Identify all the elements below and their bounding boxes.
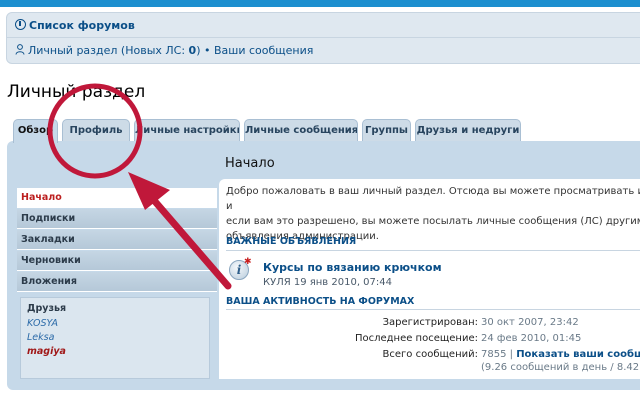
top-bar — [0, 0, 640, 7]
content-area: Добро пожаловать в ваш личный раздел. От… — [219, 179, 640, 379]
tab-friends-foes[interactable]: Друзья и недруги — [415, 119, 521, 141]
nav-separator: • — [204, 44, 211, 57]
activity-heading: ВАША АКТИВНОСТЬ НА ФОРУМАХ — [226, 296, 415, 307]
stat-label: Последнее посещение: — [354, 333, 478, 344]
content-title: Начало — [225, 156, 275, 171]
stat-registered: Зарегистрирован: 30 окт 2007, 23:42 — [219, 317, 640, 333]
sidebar-item-subscriptions[interactable]: Подписки — [17, 209, 217, 229]
show-posts-link[interactable]: Показать ваши сообщ — [516, 349, 640, 360]
home-icon — [15, 19, 26, 30]
page-title: Личный раздел — [7, 82, 146, 102]
stat-last-visit: Последнее посещение: 24 фев 2010, 01:45 — [219, 333, 640, 349]
section-divider — [226, 250, 640, 251]
forum-index-label: Список форумов — [29, 19, 135, 32]
star-icon: ✱ — [244, 257, 252, 267]
user-nav-row: Личный раздел (Новых ЛС: 0) • Ваши сообщ… — [15, 44, 313, 57]
tab-groups[interactable]: Группы — [362, 119, 411, 141]
welcome-text: Добро пожаловать в ваш личный раздел. От… — [226, 186, 640, 242]
tab-profile[interactable]: Профиль — [62, 119, 130, 141]
announcement-meta: КУЛЯ 19 янв 2010, 07:44 — [263, 277, 392, 288]
stat-separator: | — [506, 349, 517, 360]
sidebar-item-start[interactable]: Начало — [17, 188, 217, 208]
stat-value: 30 окт 2007, 23:42 — [481, 317, 579, 328]
tab-personal-settings[interactable]: Личные настройки — [134, 119, 240, 141]
stat-label: Всего сообщений: — [382, 349, 478, 360]
friends-title: Друзья — [27, 303, 67, 314]
forum-index-link[interactable]: Список форумов — [15, 19, 135, 32]
new-pm-close: ) — [196, 44, 201, 57]
tab-overview[interactable]: Обзор — [13, 119, 58, 143]
friends-box: Друзья KOSYA Leksa magiya — [20, 297, 210, 379]
sidebar-item-bookmarks[interactable]: Закладки — [17, 230, 217, 250]
stat-value: 7855 | Показать ваши сообщ — [481, 349, 640, 360]
announcements-heading: ВАЖНЫЕ ОБЪЯВЛЕНИЯ — [226, 236, 357, 247]
tab-private-messages[interactable]: Личные сообщения — [244, 119, 358, 141]
your-messages-link[interactable]: Ваши сообщения — [214, 44, 313, 57]
sidebar-menu: Начало Подписки Закладки Черновики Вложе… — [17, 188, 217, 293]
friend-link[interactable]: KOSYA — [27, 318, 203, 329]
new-pm-text[interactable]: (Новых ЛС: — [121, 44, 189, 57]
posts-per-day: (9.26 сообщений в день / 8.42 — [481, 362, 640, 373]
breadcrumb: Список форумов — [6, 12, 640, 38]
section-divider — [226, 309, 640, 310]
user-icon — [15, 44, 25, 55]
user-nav: Личный раздел (Новых ЛС: 0) • Ваши сообщ… — [6, 38, 640, 64]
stat-posts-per-day: (9.26 сообщений в день / 8.42 — [219, 362, 640, 378]
friend-link[interactable]: Leksa — [27, 332, 203, 343]
stat-label: Зарегистрирован: — [382, 317, 478, 328]
personal-section-link[interactable]: Личный раздел — [28, 44, 117, 57]
announcement-link[interactable]: Курсы по вязанию крючком — [263, 261, 442, 274]
post-count: 7855 — [481, 349, 507, 360]
sidebar-item-drafts[interactable]: Черновики — [17, 251, 217, 271]
sidebar-item-attachments[interactable]: Вложения — [17, 272, 217, 292]
friend-link[interactable]: magiya — [27, 346, 203, 357]
stat-value: 24 фев 2010, 01:45 — [481, 333, 582, 344]
